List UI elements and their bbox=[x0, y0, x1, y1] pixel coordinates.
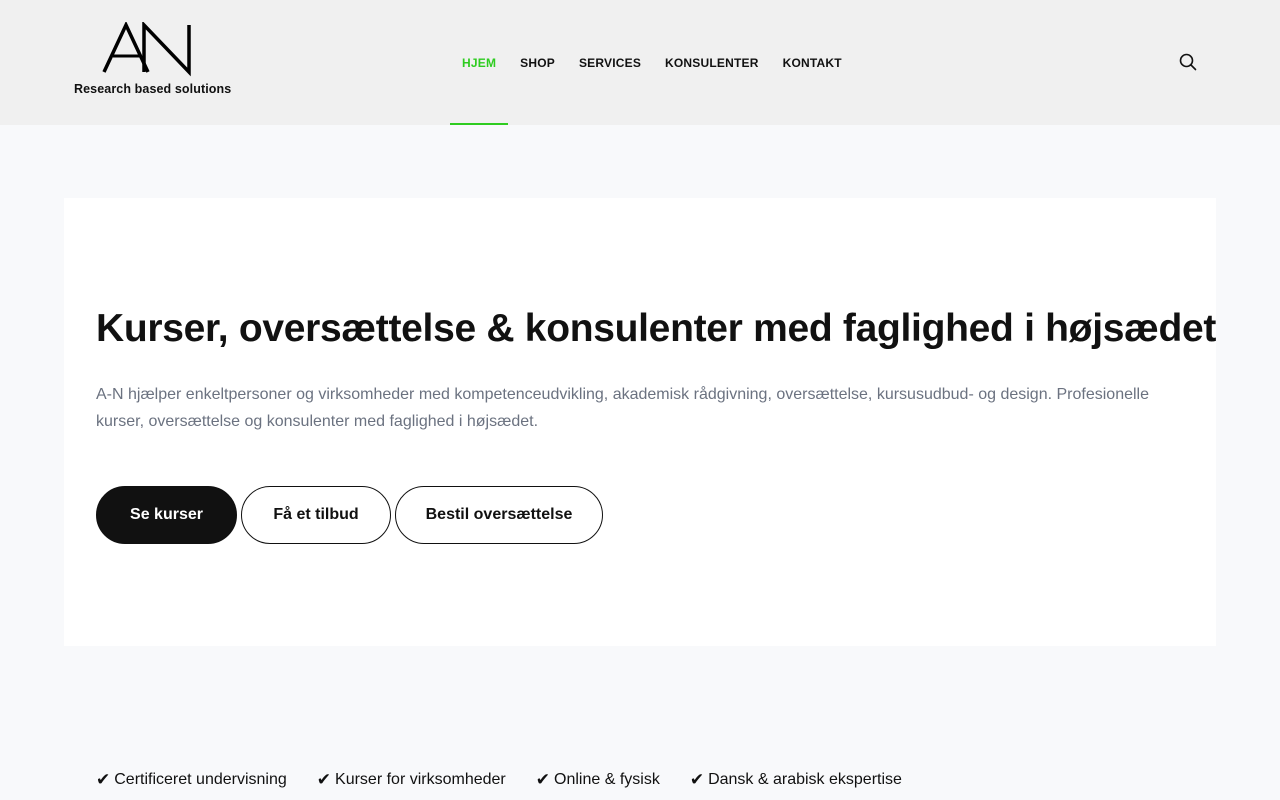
feature-label: Kurser for virksomheder bbox=[335, 771, 506, 788]
nav-item-konsulenter[interactable]: KONSULENTER bbox=[653, 0, 771, 125]
hero-button-row: Se kurser Få et tilbud Bestil oversættel… bbox=[96, 486, 603, 544]
feature-label: Dansk & arabisk ekspertise bbox=[708, 771, 902, 788]
feature-item: ✔ Certificeret undervisning bbox=[96, 770, 287, 790]
nav-item-shop[interactable]: SHOP bbox=[508, 0, 567, 125]
feature-item: ✔ Online & fysisk bbox=[536, 770, 660, 790]
hero-card: Kurser, oversættelse & konsulenter med f… bbox=[64, 198, 1216, 646]
see-courses-button[interactable]: Se kurser bbox=[96, 486, 237, 544]
logo-mark bbox=[102, 22, 196, 78]
feature-label: Certificeret undervisning bbox=[114, 771, 287, 788]
hero-title: Kurser, oversættelse & konsulenter med f… bbox=[96, 307, 1217, 350]
hero-description: A-N hjælper enkeltpersoner og virksomhed… bbox=[96, 386, 1149, 430]
checkmark-icon: ✔ bbox=[535, 770, 550, 790]
logo-tagline: Research based solutions bbox=[74, 82, 232, 96]
feature-label: Online & fysisk bbox=[554, 771, 660, 788]
nav-item-kontakt[interactable]: KONTAKT bbox=[771, 0, 854, 125]
features-strip: ✔ Certificeret undervisning ✔ Kurser for… bbox=[96, 770, 902, 790]
main-nav: HJEM SHOP SERVICES KONSULENTER KONTAKT bbox=[450, 0, 854, 125]
site-header: Research based solutions HJEM SHOP SERVI… bbox=[0, 0, 1280, 125]
nav-item-hjem[interactable]: HJEM bbox=[450, 0, 509, 125]
get-offer-button[interactable]: Få et tilbud bbox=[241, 486, 391, 544]
order-translation-button[interactable]: Bestil oversættelse bbox=[395, 486, 603, 544]
nav-item-services[interactable]: SERVICES bbox=[567, 0, 653, 125]
search-icon bbox=[1179, 53, 1197, 71]
feature-item: ✔ Kurser for virksomheder bbox=[317, 770, 506, 790]
feature-item: ✔ Dansk & arabisk ekspertise bbox=[690, 770, 902, 790]
logo-link[interactable]: Research based solutions bbox=[74, 22, 234, 102]
logo-an-graphic bbox=[102, 22, 191, 77]
checkmark-icon: ✔ bbox=[689, 770, 705, 790]
checkmark-icon: ✔ bbox=[96, 770, 111, 790]
checkmark-icon: ✔ bbox=[316, 770, 332, 790]
search-button[interactable] bbox=[1176, 50, 1200, 74]
